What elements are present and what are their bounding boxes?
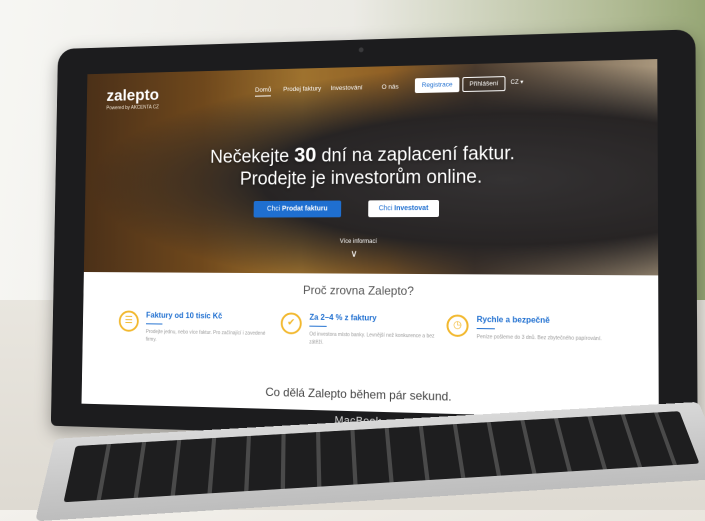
stopwatch-icon: ◷ bbox=[446, 314, 469, 338]
feature-title: Rychle a bezpečně bbox=[476, 314, 550, 325]
sell-invoice-button[interactable]: Chci Prodat fakturu bbox=[253, 200, 342, 218]
language-selector[interactable]: CZ ▾ bbox=[511, 79, 524, 86]
feature-description: Od investora místo banky. Levnější než k… bbox=[309, 331, 435, 346]
feature-fee: ✔ Za 2–4 % z faktury Od investora místo … bbox=[280, 309, 446, 372]
login-button[interactable]: Přihlášení bbox=[462, 76, 506, 93]
invest-button-label: Investovat bbox=[394, 205, 429, 213]
sell-button-label: Prodat fakturu bbox=[281, 205, 328, 213]
more-info-link[interactable]: Více informací bbox=[84, 239, 658, 245]
laptop-lid: zalepto Powered by AKCENTA CZ Domů Prode… bbox=[50, 29, 698, 447]
nav-about[interactable]: O nás bbox=[382, 84, 399, 91]
feature-divider bbox=[145, 323, 163, 325]
feature-description: Peníze pošleme do 3 dnů. Bez zbytečného … bbox=[476, 334, 602, 343]
nav-home[interactable]: Domů bbox=[254, 86, 272, 97]
section-title-why: Proč zrovna Zalepto? bbox=[302, 283, 414, 299]
nav-investing[interactable]: Investování bbox=[331, 84, 363, 92]
headline-part2: dní na zaplacení faktur. bbox=[316, 143, 515, 167]
invest-button-prefix: Chci bbox=[378, 205, 395, 213]
headline-number: 30 bbox=[294, 143, 317, 167]
site-logo[interactable]: zalepto bbox=[106, 86, 159, 106]
hero-section: zalepto Powered by AKCENTA CZ Domů Prode… bbox=[83, 59, 659, 276]
thumbs-up-icon: ✔ bbox=[280, 312, 302, 335]
screen: zalepto Powered by AKCENTA CZ Domů Prode… bbox=[81, 59, 659, 420]
feature-invoices: ☰ Faktury od 10 tisíc Kč Prodejte jednu,… bbox=[118, 307, 276, 368]
logo-subtitle: Powered by AKCENTA CZ bbox=[106, 104, 159, 112]
sell-button-prefix: Chci bbox=[266, 205, 283, 213]
feature-description: Prodejte jednu, nebo více faktur. Pro za… bbox=[145, 329, 266, 343]
nav-sell-invoice[interactable]: Prodej faktury bbox=[283, 85, 321, 93]
headline-part1: Nečekejte bbox=[210, 146, 295, 168]
invest-button[interactable]: Chci Investovat bbox=[368, 199, 440, 218]
feature-title: Za 2–4 % z faktury bbox=[309, 312, 377, 323]
feature-divider bbox=[309, 325, 327, 327]
feature-title: Faktury od 10 tisíc Kč bbox=[146, 310, 223, 321]
headline-line2: Prodejte je investorům online. bbox=[239, 166, 483, 190]
chevron-down-icon[interactable]: ∨ bbox=[350, 249, 357, 260]
feature-divider bbox=[476, 328, 495, 330]
camera-icon bbox=[358, 47, 364, 53]
speech-bubble-icon: ☰ bbox=[118, 310, 139, 332]
hero-headline: Nečekejte 30 dní na zaplacení faktur. Pr… bbox=[85, 139, 658, 192]
section-title-what: Co dělá Zalepto během pár sekund. bbox=[265, 385, 452, 404]
feature-speed: ◷ Rychle a bezpečně Peníze pošleme do 3 … bbox=[446, 310, 621, 374]
register-button[interactable]: Registrace bbox=[414, 77, 460, 94]
